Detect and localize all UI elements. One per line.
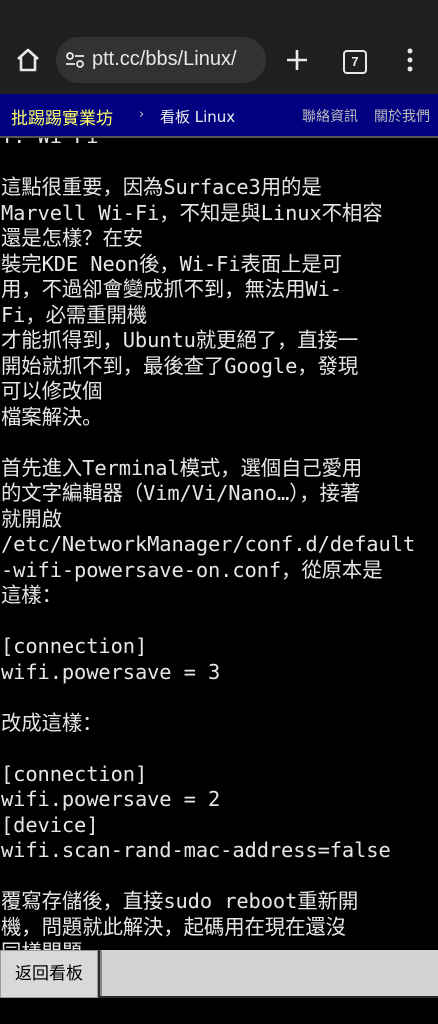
article-line: Marvell Wi-Fi，不知是與Linux不相容	[1, 200, 383, 225]
new-tab-icon[interactable]	[284, 47, 310, 73]
article-line: 才能抓得到，Ubuntu就更絕了，直接一	[1, 328, 359, 352]
article-line: 用，不過卻會變成抓不到，無法用Wi-	[1, 277, 342, 301]
browser-toolbar: ptt.cc/bbs/Linux/ 7	[0, 0, 438, 94]
back-to-board-button[interactable]: 返回看板	[0, 950, 98, 998]
article-line: 還是怎樣？在安	[1, 226, 144, 250]
contact-link[interactable]: 聯絡資訊	[302, 106, 358, 126]
article-line: wifi.powersave = 2	[1, 787, 221, 811]
article-line	[1, 864, 437, 890]
bottom-bar: 返回看板	[0, 950, 438, 998]
article-line: -wifi-powersave-on.conf，從原本是	[1, 557, 383, 582]
article-line: 可以修改個	[1, 379, 103, 403]
article-line: T: Wi-Fi	[1, 138, 437, 150]
article-line: 同樣問題。	[1, 940, 437, 950]
article-line: 的文字編輯器（Vim/Vi/Nano…），接著	[1, 481, 361, 505]
article-line: 覆寫存儲後，直接sudo reboot重新開	[1, 889, 359, 913]
article-line: [device]	[1, 812, 99, 837]
url-text[interactable]: ptt.cc/bbs/Linux/	[92, 48, 237, 71]
bottom-bar-blank	[100, 950, 438, 996]
article-line: wifi.powersave = 3	[1, 659, 221, 684]
gesture-bar-area	[0, 998, 438, 1024]
article-line: 機，問題就此解決，起碼用在現在還沒	[1, 914, 346, 939]
article-line	[1, 609, 437, 635]
article-line: wifi.scan-rand-mac-address=false	[1, 838, 391, 862]
article-line	[1, 736, 437, 762]
ptt-topbar: 批踢踢實業坊 › 看板 Linux 聯絡資訊 關於我們	[0, 94, 438, 138]
site-settings-icon[interactable]	[65, 50, 85, 70]
article-line: 首先進入Terminal模式，選個自己愛用	[1, 455, 363, 480]
article-content: T: Wi-Fi 這點很重要，因為Surface3用的是Marvell Wi-Fi…	[0, 138, 438, 950]
address-bar[interactable]: ptt.cc/bbs/Linux/	[56, 37, 266, 83]
article-line: 就開啟	[1, 506, 62, 531]
board-link[interactable]: 看板 Linux	[160, 106, 235, 127]
article-line: [connection]	[1, 634, 148, 658]
about-link[interactable]: 關於我們	[374, 106, 430, 126]
article-line: 裝完KDE Neon後，Wi-Fi表面上是可	[1, 251, 342, 276]
home-icon[interactable]	[14, 46, 42, 74]
article-line: 開始就抓不到，最後查了Google，發現	[1, 353, 359, 378]
article-line: [connection]	[1, 761, 148, 786]
article-text: T: Wi-Fi 這點很重要，因為Surface3用的是Marvell Wi-Fi…	[1, 138, 437, 950]
article-line	[1, 685, 437, 711]
tab-switcher-button[interactable]: 7	[343, 50, 367, 74]
article-line: 檔案解決。	[1, 404, 103, 429]
article-line: 這點很重要，因為Surface3用的是	[1, 175, 322, 199]
article-line: /etc/NetworkManager/conf.d/default	[1, 532, 415, 556]
site-logo-link[interactable]: 批踢踢實業坊	[11, 104, 113, 129]
article-line: 改成這樣：	[1, 710, 103, 735]
breadcrumb-separator: ›	[139, 107, 145, 122]
article-line: 這樣：	[1, 583, 62, 607]
article-line	[1, 150, 437, 176]
article-line	[1, 430, 437, 456]
article-line: Fi，必需重開機	[1, 302, 148, 327]
more-menu-icon[interactable]	[402, 47, 418, 73]
